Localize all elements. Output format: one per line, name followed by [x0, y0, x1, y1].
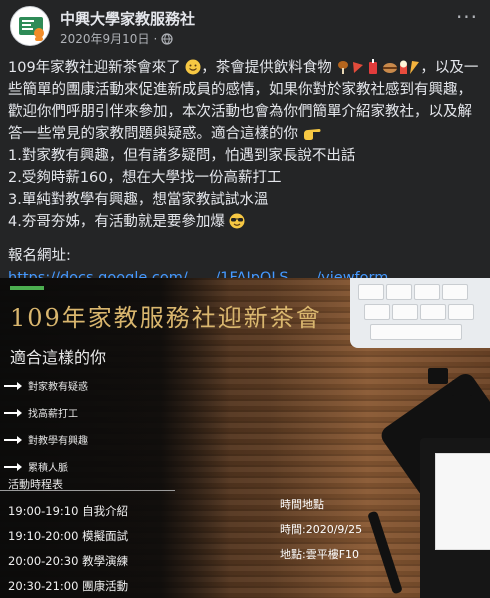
item-2: 2.受夠時薪160，想在大學找一份高薪打工 [8, 170, 282, 186]
page-avatar[interactable] [10, 6, 50, 46]
more-options-button[interactable]: ··· [454, 7, 480, 30]
intro-text-2: ，茶會提供飲料食物 [201, 60, 332, 76]
schedule-item: 19:10-20:00 模擬面試 [8, 529, 129, 543]
globe-icon [161, 32, 173, 45]
keyboard-image [350, 278, 490, 348]
sunglasses-emoji-icon [229, 213, 245, 229]
more-options-icon: ··· [455, 5, 479, 29]
arrow-right-icon [4, 462, 22, 471]
schedule-item: 19:00-19:10 自我介紹 [8, 504, 129, 518]
image-bullet: 對教學有興趣 [4, 426, 88, 453]
intro-text-1: 109年家教社迎新茶會來了 [8, 60, 181, 76]
schedule-item: 20:30-21:00 團康活動 [8, 579, 129, 593]
venue-time: 時間:2020/9/25 [280, 523, 363, 536]
image-bullet-list: 對家教有疑惑 找高薪打工 對教學有興趣 累積人脈 [4, 372, 88, 480]
post-header: 中興大學家教服務社 2020年9月10日 · ··· [8, 6, 482, 50]
arrow-right-icon [4, 435, 22, 444]
venue-info: 時間地點 時間:2020/9/25 地點:雲平樓F10 [280, 492, 362, 567]
venue-place: 地點:雲平樓F10 [280, 548, 360, 561]
page-logo-icon [12, 8, 49, 45]
intro-paragraph: 109年家教社迎新茶會來了 ，茶會提供飲料食物 ，以及一些簡單的團康活動來促進新… [8, 57, 482, 145]
signup-label: 報名網址: [8, 248, 71, 264]
food-emoji-icons [338, 59, 420, 74]
venue-title: 時間地點 [280, 498, 324, 511]
item-1: 1.對家教有興趣，但有諸多疑問，怕遇到家長說不出話 [8, 148, 356, 164]
item-3: 3.單純對教學有興趣，想當家教試試水溫 [8, 192, 269, 208]
post-date[interactable]: 2020年9月10日 [60, 30, 149, 47]
facebook-post: 中興大學家教服務社 2020年9月10日 · ··· 109年家教社迎新茶會來了 [0, 0, 490, 598]
image-bullet: 找高薪打工 [4, 399, 88, 426]
schedule-list: 19:00-19:10 自我介紹 19:10-20:00 模擬面試 20:00-… [8, 499, 128, 598]
item-4: 4.夯哥夯姊，有活動就是要參加爆 [8, 211, 482, 233]
arrow-right-icon [4, 408, 22, 417]
meta-separator: · [153, 31, 158, 46]
image-title: 109年家教服務社迎新茶會 [10, 304, 322, 332]
image-bullet: 對家教有疑惑 [4, 372, 88, 399]
accent-bar [10, 286, 44, 290]
arrow-right-icon [4, 381, 22, 390]
schedule-item: 20:00-20:30 教學演練 [8, 554, 129, 568]
binder-clip-image [428, 368, 448, 384]
post-image[interactable]: 109年家教服務社迎新茶會 適合這樣的你 對家教有疑惑 找高薪打工 對教學有興趣… [0, 278, 490, 598]
smile-emoji-icon [185, 59, 201, 75]
post-meta: 2020年9月10日 · [60, 30, 173, 47]
item-4-text: 4.夯哥夯姊，有活動就是要參加爆 [8, 214, 225, 230]
divider [0, 490, 175, 491]
image-subtitle: 適合這樣的你 [10, 348, 107, 367]
page-name[interactable]: 中興大學家教服務社 [60, 8, 195, 29]
pointing-emoji-icon [303, 129, 321, 140]
post-text: 109年家教社迎新茶會來了 ，茶會提供飲料食物 ，以及一些簡單的團康活動來促進新… [8, 57, 482, 289]
